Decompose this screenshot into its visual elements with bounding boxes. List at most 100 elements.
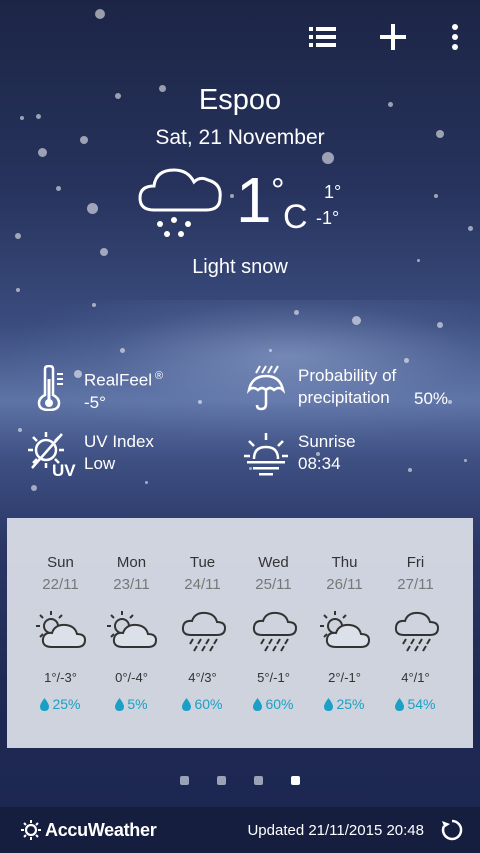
forecast-day-fri[interactable]: Fri 27/11 4°/1° 54% <box>380 554 451 748</box>
forecast-temperature: 5°/-1° <box>257 670 290 685</box>
overflow-menu-button[interactable] <box>448 22 462 52</box>
list-button[interactable] <box>308 22 338 52</box>
sunrise-detail: Sunrise 08:34 <box>240 428 356 480</box>
forecast-temperature: 0°/-4° <box>115 670 148 685</box>
precipitation-detail: Probability of precipitation 50% <box>240 362 470 414</box>
current-date: Sat, 21 November <box>155 126 325 149</box>
realfeel-detail: RealFeel ® -5° <box>26 362 163 414</box>
page-dot-1[interactable] <box>180 776 189 785</box>
partly-cloudy-icon <box>309 600 380 662</box>
forecast-day-sun[interactable]: Sun 22/11 1°/-3° 25% <box>25 554 96 748</box>
snowflake <box>434 194 438 198</box>
forecast-temperature: 2°/-1° <box>328 670 361 685</box>
list-icon <box>309 27 336 47</box>
forecast-day-mon[interactable]: Mon 23/11 0°/-4° 5% <box>96 554 167 748</box>
rain-drop-icon <box>253 697 263 711</box>
precipitation-value: 50% <box>414 389 449 408</box>
snowflake <box>92 303 96 307</box>
forecast-day-thu[interactable]: Thu 26/11 2°/-1° 25% <box>309 554 380 748</box>
sunrise-icon <box>244 433 288 476</box>
svg-text:UV: UV <box>52 461 76 480</box>
rain-drop-icon <box>40 697 50 711</box>
sunrise-value: 08:34 <box>298 454 341 473</box>
rain-drop-icon <box>324 697 334 711</box>
snow-cloud-icon <box>138 168 222 237</box>
page-dot-3[interactable] <box>254 776 263 785</box>
precipitation-label-line2: precipitation <box>298 388 390 407</box>
forecast-precipitation: 60% <box>167 696 238 712</box>
page-dot-4[interactable] <box>291 776 300 785</box>
snowflake <box>55 185 61 191</box>
forecast-precipitation-value: 60% <box>194 696 223 712</box>
registered-mark: ® <box>155 370 164 382</box>
city-name: Espoo <box>198 84 282 116</box>
snowflake <box>100 248 108 256</box>
snowflake <box>15 233 21 239</box>
snowflake <box>119 347 125 353</box>
rain-cloud-icon <box>238 600 309 662</box>
rain-cloud-icon <box>167 600 238 662</box>
rain-drop-icon <box>115 697 125 711</box>
high-temperature: 1° <box>324 182 342 202</box>
realfeel-value: -5° <box>84 392 106 412</box>
snowflake <box>463 458 467 462</box>
forecast-precipitation: 5% <box>96 696 167 712</box>
temperature-unit: C <box>283 198 308 236</box>
top-toolbar <box>308 22 462 52</box>
forecast-day-tue[interactable]: Tue 24/11 4°/3° 60% <box>167 554 238 748</box>
sun-logo-icon <box>21 820 41 840</box>
snowflake <box>95 9 105 19</box>
snowflake <box>144 480 148 484</box>
forecast-day-wed[interactable]: Wed 25/11 5°/-1° 60% <box>238 554 309 748</box>
overflow-menu-icon <box>452 24 458 50</box>
forecast-date: 27/11 <box>397 576 434 593</box>
page-dot-2[interactable] <box>217 776 226 785</box>
footer-bar: AccuWeather Updated 21/11/2015 20:48 <box>0 807 480 853</box>
forecast-precipitation-value: 60% <box>265 696 294 712</box>
thermometer-icon <box>37 365 63 411</box>
forecast-precipitation: 25% <box>309 696 380 712</box>
accuweather-logo[interactable]: AccuWeather <box>20 819 157 841</box>
refresh-icon[interactable] <box>440 818 464 842</box>
snowflake <box>437 322 443 328</box>
condition-text: Light snow <box>192 256 288 278</box>
forecast-precipitation-value: 25% <box>336 696 365 712</box>
snowflake <box>467 225 473 231</box>
snowflake <box>31 485 37 491</box>
low-temperature: -1° <box>316 208 340 228</box>
umbrella-rain-icon <box>246 365 286 411</box>
partly-cloudy-icon <box>25 600 96 662</box>
current-temperature: 1 <box>236 164 272 236</box>
last-updated: Updated 21/11/2015 20:48 <box>247 821 424 839</box>
forecast-temperature: 1°/-3° <box>44 670 77 685</box>
uv-label: UV Index <box>84 432 154 451</box>
forecast-precipitation-value: 5% <box>127 696 148 712</box>
daily-forecast-panel[interactable]: Sun 22/11 1°/-3° 25% Mon 23/11 0°/-4° 5% Tue 24/1… <box>7 518 473 748</box>
realfeel-label: RealFeel <box>84 370 153 390</box>
forecast-precipitation: 54% <box>380 696 451 712</box>
forecast-precipitation-value: 25% <box>52 696 81 712</box>
snowflake <box>16 288 20 292</box>
rain-drop-icon <box>395 697 405 711</box>
forecast-day-name: Thu <box>331 554 358 571</box>
page-indicator <box>0 776 480 785</box>
current-conditions[interactable]: 1 ° C 1° -1° <box>136 162 366 242</box>
forecast-day-name: Wed <box>258 554 289 571</box>
uv-detail: UV UV Index Low <box>26 428 154 480</box>
forecast-temperature: 4°/1° <box>401 670 430 685</box>
forecast-temperature: 4°/3° <box>188 670 217 685</box>
snowflake <box>268 348 272 352</box>
precipitation-label-line1: Probability of <box>298 366 397 385</box>
snowflake <box>293 309 299 315</box>
forecast-precipitation: 60% <box>238 696 309 712</box>
forecast-date: 24/11 <box>184 576 221 593</box>
forecast-date: 26/11 <box>326 576 363 593</box>
uv-sun-icon: UV <box>28 432 76 480</box>
add-location-button[interactable] <box>378 22 408 52</box>
snowflake <box>18 428 22 432</box>
forecast-date: 25/11 <box>255 576 292 593</box>
forecast-date: 22/11 <box>42 576 79 593</box>
snowflake <box>198 400 202 404</box>
rain-drop-icon <box>182 697 192 711</box>
forecast-day-name: Tue <box>189 554 216 571</box>
